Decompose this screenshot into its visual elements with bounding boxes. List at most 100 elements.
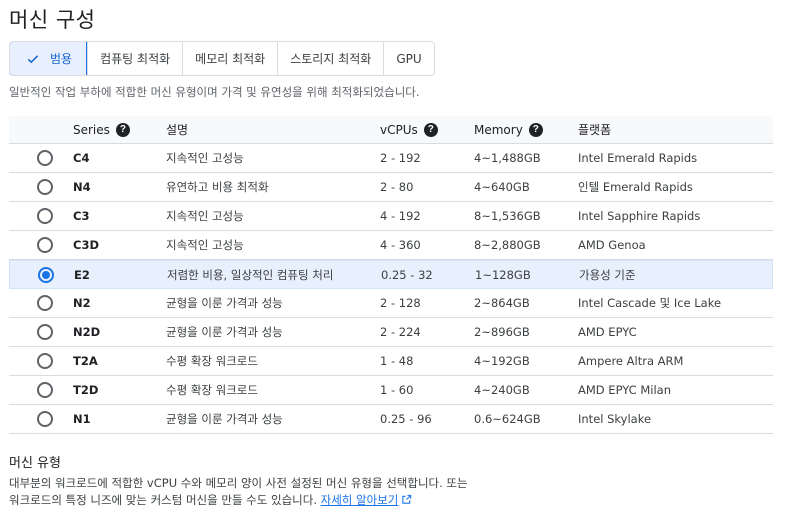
cell-vcpus: 2 - 192 (380, 151, 421, 165)
cell-memory: 2~896GB (474, 325, 530, 339)
description-line: 워크로드의 특정 니즈에 맞는 커스텀 머신을 만들 수도 있습니다. (9, 493, 317, 507)
table-row[interactable]: C3D 지속적인 고성능 4 - 360 8~2,880GB AMD Genoa (9, 231, 773, 260)
cell-platform: Ampere Altra ARM (578, 354, 684, 368)
cell-memory: 0.6~624GB (474, 412, 541, 426)
cell-memory: 8~1,536GB (474, 209, 541, 223)
series-radio[interactable] (36, 411, 53, 427)
cell-description: 지속적인 고성능 (166, 238, 244, 252)
help-icon[interactable]: ? (528, 122, 543, 137)
tab-general-purpose[interactable]: 범용 (9, 42, 88, 75)
cell-description: 균형을 이룬 가격과 성능 (166, 325, 283, 339)
cell-memory: 1~128GB (475, 267, 531, 282)
cell-memory: 8~2,880GB (474, 238, 541, 252)
cell-memory: 4~240GB (474, 383, 530, 397)
header-vcpus: vCPUs (380, 122, 418, 137)
cell-series: C3 (73, 209, 90, 223)
table-row[interactable]: N1 균형을 이룬 가격과 성능 0.25 - 96 0.6~624GB Intel S… (9, 405, 773, 434)
cell-platform: Intel Sapphire Rapids (578, 209, 701, 223)
cell-vcpus: 2 - 80 (380, 180, 414, 194)
cell-description: 균형을 이룬 가격과 성능 (166, 412, 283, 426)
cell-vcpus: 2 - 128 (380, 296, 421, 310)
check-icon (27, 54, 39, 63)
tab-label: GPU (396, 51, 422, 66)
cell-vcpus: 2 - 224 (380, 325, 421, 339)
tab-storage-optimized[interactable]: 스토리지 최적화 (277, 42, 384, 75)
cell-memory: 2~864GB (474, 296, 530, 310)
series-radio[interactable] (36, 295, 53, 311)
cell-platform: 인텔 Emerald Rapids (578, 180, 693, 194)
table-row[interactable]: N2 균형을 이룬 가격과 성능 2 - 128 2~864GB Intel Casca… (9, 289, 773, 318)
series-radio[interactable] (36, 237, 53, 253)
cell-description: 유연하고 비용 최적화 (166, 180, 269, 194)
tab-label: 컴퓨팅 최적화 (100, 52, 171, 66)
cell-series: E2 (74, 267, 90, 282)
cell-memory: 4~1,488GB (474, 151, 541, 165)
cell-vcpus: 1 - 60 (380, 383, 414, 397)
cell-vcpus: 0.25 - 96 (380, 412, 432, 426)
cell-description: 수평 확장 워크로드 (166, 383, 258, 397)
table-row[interactable]: T2A 수평 확장 워크로드 1 - 48 4~192GB Ampere Altra A… (9, 347, 773, 376)
tab-label: 범용 (50, 52, 73, 66)
table-row[interactable]: C3 지속적인 고성능 4 - 192 8~1,536GB Intel Sapphire… (9, 202, 773, 231)
cell-platform: AMD EPYC (578, 325, 637, 339)
cell-series: C4 (73, 151, 90, 165)
help-icon[interactable]: ? (423, 122, 438, 137)
machine-series-table: Series? 설명 vCPUs? Memory? 플랫폼 C4 지속적인 고성능… (9, 116, 773, 434)
cell-series: C3D (73, 238, 99, 252)
header-memory: Memory (474, 122, 523, 137)
machine-family-tabs: 범용 컴퓨팅 최적화 메모리 최적화 스토리지 최적화 GPU (9, 41, 435, 76)
help-icon[interactable]: ? (115, 122, 130, 137)
page-title: 머신 구성 (9, 8, 96, 32)
cell-memory: 4~192GB (474, 354, 530, 368)
cell-series: T2A (73, 354, 98, 368)
header-series: Series (73, 122, 110, 137)
table-row[interactable]: C4 지속적인 고성능 2 - 192 4~1,488GB Intel Emerald … (9, 144, 773, 173)
open-in-new-icon (402, 494, 412, 504)
cell-description: 저렴한 비용, 일상적인 컴퓨팅 처리 (167, 267, 334, 282)
tab-label: 스토리지 최적화 (290, 52, 372, 66)
table-row[interactable]: T2D 수평 확장 워크로드 1 - 60 4~240GB AMD EPYC Milan (9, 376, 773, 405)
tab-memory-optimized[interactable]: 메모리 최적화 (182, 42, 278, 75)
series-radio[interactable] (36, 179, 53, 195)
cell-platform: Intel Emerald Rapids (578, 151, 698, 165)
learn-more-link[interactable]: 자세히 알아보기 (321, 493, 413, 507)
series-radio[interactable] (36, 324, 53, 340)
series-radio[interactable] (36, 353, 53, 369)
tab-gpu[interactable]: GPU (383, 42, 434, 75)
table-row[interactable]: N2D 균형을 이룬 가격과 성능 2 - 224 2~896GB AMD EPYC (9, 318, 773, 347)
tab-compute-optimized[interactable]: 컴퓨팅 최적화 (87, 42, 183, 75)
machine-type-description: 대부분의 워크로드에 적합한 vCPU 수와 메모리 양이 사전 설정된 머신 … (9, 475, 529, 509)
description-line: 대부분의 워크로드에 적합한 vCPU 수와 메모리 양이 사전 설정된 머신 … (9, 476, 468, 490)
series-radio[interactable] (36, 382, 53, 398)
cell-description: 수평 확장 워크로드 (166, 354, 258, 368)
series-radio[interactable] (37, 266, 54, 283)
cell-description: 지속적인 고성능 (166, 209, 244, 223)
cell-platform: AMD EPYC Milan (578, 383, 671, 397)
table-row[interactable]: E2 저렴한 비용, 일상적인 컴퓨팅 처리 0.25 - 32 1~128GB 가용성… (9, 260, 773, 289)
series-radio[interactable] (36, 150, 53, 166)
cell-series: N2 (73, 296, 91, 310)
cell-vcpus: 0.25 - 32 (381, 267, 433, 282)
cell-platform: 가용성 기준 (579, 267, 636, 282)
cell-series: T2D (73, 383, 99, 397)
cell-vcpus: 4 - 360 (380, 238, 421, 252)
tab-label: 메모리 최적화 (195, 52, 266, 66)
machine-type-title: 머신 유형 (9, 456, 61, 471)
cell-memory: 4~640GB (474, 180, 530, 194)
cell-series: N1 (73, 412, 91, 426)
cell-vcpus: 4 - 192 (380, 209, 421, 223)
cell-platform: Intel Skylake (578, 412, 652, 426)
link-label: 자세히 알아보기 (320, 493, 399, 507)
cell-platform: AMD Genoa (578, 238, 646, 252)
table-row[interactable]: N4 유연하고 비용 최적화 2 - 80 4~640GB 인텔 Emerald Rap… (9, 173, 773, 202)
table-header: Series? 설명 vCPUs? Memory? 플랫폼 (9, 116, 773, 144)
header-platform: 플랫폼 (578, 123, 612, 137)
series-radio[interactable] (36, 208, 53, 224)
cell-description: 균형을 이룬 가격과 성능 (166, 296, 283, 310)
cell-series: N4 (73, 180, 91, 194)
cell-platform: Intel Cascade 및 Ice Lake (578, 296, 722, 310)
cell-series: N2D (73, 325, 101, 339)
header-description: 설명 (166, 123, 189, 137)
cell-description: 지속적인 고성능 (166, 151, 244, 165)
family-description: 일반적인 작업 부하에 적합한 머신 유형이며 가격 및 유연성을 위해 최적화… (9, 85, 420, 99)
